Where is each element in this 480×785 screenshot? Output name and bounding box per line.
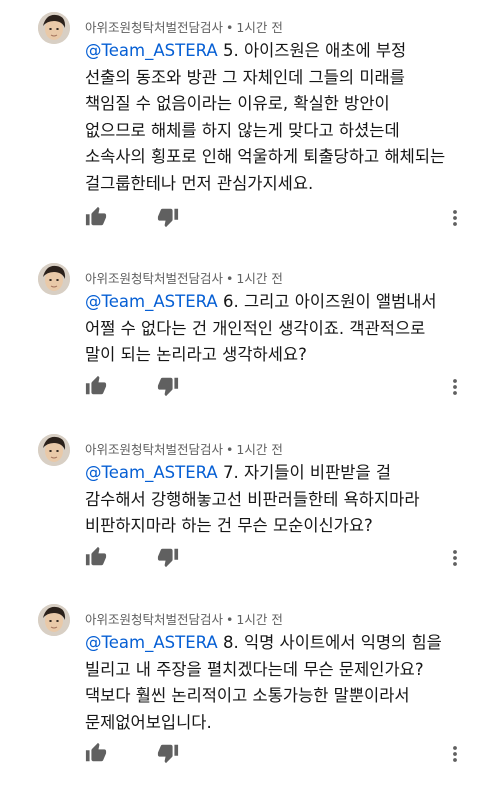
comment-actions — [85, 546, 475, 570]
meta-separator: • — [226, 442, 234, 457]
comment-line: @Team_ASTERA 6. 그리고 아이즈원이 앨범내서 — [85, 289, 457, 316]
comment-time[interactable]: 1시간 전 — [236, 442, 282, 457]
comment-line: @Team_ASTERA 7. 자기들이 비판받을 걸 — [85, 460, 457, 487]
mention-link[interactable]: @Team_ASTERA — [85, 463, 218, 482]
thumbs-up-icon — [85, 206, 107, 226]
comment-meta: 아위조원청탁처벌전담검사 • 1시간 전 — [85, 609, 283, 628]
comment-line: 문제없어보입니다. — [85, 712, 212, 732]
author-name[interactable]: 아위조원청탁처벌전담검사 — [85, 442, 223, 457]
comment-line-text: 6. 그리고 아이즈원이 앨범내서 — [217, 292, 437, 311]
thumbs-up-icon — [85, 375, 107, 395]
comment-line: 걸그룹한테나 먼저 관심가지세요. — [85, 173, 314, 193]
author-name[interactable]: 아위조원청탁처벌전담검사 — [85, 20, 223, 35]
comment-line: @Team_ASTERA 8. 익명 사이트에서 익명의 힘을 — [85, 630, 457, 657]
avatar[interactable] — [38, 12, 70, 44]
dislike-button[interactable] — [157, 546, 181, 570]
mention-link[interactable]: @Team_ASTERA — [85, 292, 218, 311]
comment-line: 선출의 동조와 방관 그 자체인데 그들의 미래를 — [85, 67, 405, 87]
meta-separator: • — [226, 271, 234, 286]
comment-line: 소속사의 횡포로 인해 억울하게 퇴출당하고 해체되는 — [85, 147, 446, 167]
comment-meta: 아위조원청탁처벌전담검사 • 1시간 전 — [85, 17, 283, 36]
comment-thread-1: 아위조원청탁처벌전담검사 • 1시간 전 @Team_ASTERA 5. 아이즈원은… — [0, 12, 480, 242]
dislike-button[interactable] — [157, 206, 181, 230]
comment-text: @Team_ASTERA 5. 아이즈원은 애초에 부정 선출의 동조와 방관 … — [85, 38, 457, 198]
comment-text: @Team_ASTERA 7. 자기들이 비판받을 걸 감수해서 강행해놓고선 … — [85, 460, 457, 540]
comment-line: 감수해서 강행해놓고선 비판러들한테 욕하지마라 — [85, 489, 420, 509]
more-options-button[interactable] — [449, 742, 461, 766]
avatar[interactable] — [38, 263, 70, 295]
like-button[interactable] — [85, 375, 109, 399]
comment-line: 책임질 수 없음이라는 이유로, 확실한 방안이 — [85, 94, 390, 114]
author-name[interactable]: 아위조원청탁처벌전담검사 — [85, 271, 223, 286]
thumbs-up-icon — [85, 742, 107, 762]
comment-actions — [85, 742, 475, 766]
comment-line: @Team_ASTERA 5. 아이즈원은 애초에 부정 — [85, 38, 457, 65]
comment-line-text: 5. 아이즈원은 애초에 부정 — [217, 41, 407, 60]
more-vertical-icon — [453, 746, 457, 762]
comment-actions — [85, 206, 475, 230]
thumbs-up-icon — [85, 546, 107, 566]
thumbs-down-icon — [157, 377, 179, 397]
more-vertical-icon — [453, 550, 457, 566]
thumbs-down-icon — [157, 208, 179, 228]
comment-line: 없으므로 해체를 하지 않는게 맞다고 하셨는데 — [85, 120, 400, 140]
comment-meta: 아위조원청탁처벌전담검사 • 1시간 전 — [85, 439, 283, 458]
more-options-button[interactable] — [449, 206, 461, 230]
comment-text: @Team_ASTERA 8. 익명 사이트에서 익명의 힘을 빌리고 내 주장… — [85, 630, 457, 736]
like-button[interactable] — [85, 546, 109, 570]
meta-separator: • — [226, 612, 234, 627]
comment-thread-2: 아위조원청탁처벌전담검사 • 1시간 전 @Team_ASTERA 6. 그리고 아… — [0, 263, 480, 413]
more-options-button[interactable] — [449, 375, 461, 399]
comment-line: 비판하지마라 하는 건 무슨 모순이신가요? — [85, 516, 373, 536]
comment-time[interactable]: 1시간 전 — [236, 20, 282, 35]
comment-line: 어쩔 수 없다는 건 개인적인 생각이죠. 객관적으로 — [85, 318, 426, 338]
comment-line: 말이 되는 논리라고 생각하세요? — [85, 345, 307, 365]
comment-line: 댁보다 훨씬 논리적이고 소통가능한 말뿐이라서 — [85, 686, 410, 706]
more-options-button[interactable] — [449, 546, 461, 570]
thumbs-down-icon — [157, 548, 179, 568]
author-name[interactable]: 아위조원청탁처벌전담검사 — [85, 612, 223, 627]
like-button[interactable] — [85, 742, 109, 766]
comment-actions — [85, 375, 475, 399]
thumbs-down-icon — [157, 744, 179, 764]
mention-link[interactable]: @Team_ASTERA — [85, 633, 218, 652]
comment-thread-4: 아위조원청탁처벌전담검사 • 1시간 전 @Team_ASTERA 8. 익명 사이… — [0, 604, 480, 782]
comment-text: @Team_ASTERA 6. 그리고 아이즈원이 앨범내서 어쩔 수 없다는 … — [85, 289, 457, 369]
like-button[interactable] — [85, 206, 109, 230]
comment-meta: 아위조원청탁처벌전담검사 • 1시간 전 — [85, 268, 283, 287]
dislike-button[interactable] — [157, 742, 181, 766]
more-vertical-icon — [453, 379, 457, 395]
comment-time[interactable]: 1시간 전 — [236, 612, 282, 627]
comment-time[interactable]: 1시간 전 — [236, 271, 282, 286]
meta-separator: • — [226, 20, 234, 35]
more-vertical-icon — [453, 210, 457, 226]
dislike-button[interactable] — [157, 375, 181, 399]
avatar[interactable] — [38, 604, 70, 636]
comment-line: 빌리고 내 주장을 펼치겠다는데 무슨 문제인가요? — [85, 659, 424, 679]
mention-link[interactable]: @Team_ASTERA — [85, 41, 218, 60]
comment-line-text: 7. 자기들이 비판받을 걸 — [217, 463, 392, 482]
comment-line-text: 8. 익명 사이트에서 익명의 힘을 — [217, 633, 442, 652]
comment-thread-3: 아위조원청탁처벌전담검사 • 1시간 전 @Team_ASTERA 7. 자기들이 … — [0, 434, 480, 584]
avatar[interactable] — [38, 434, 70, 466]
